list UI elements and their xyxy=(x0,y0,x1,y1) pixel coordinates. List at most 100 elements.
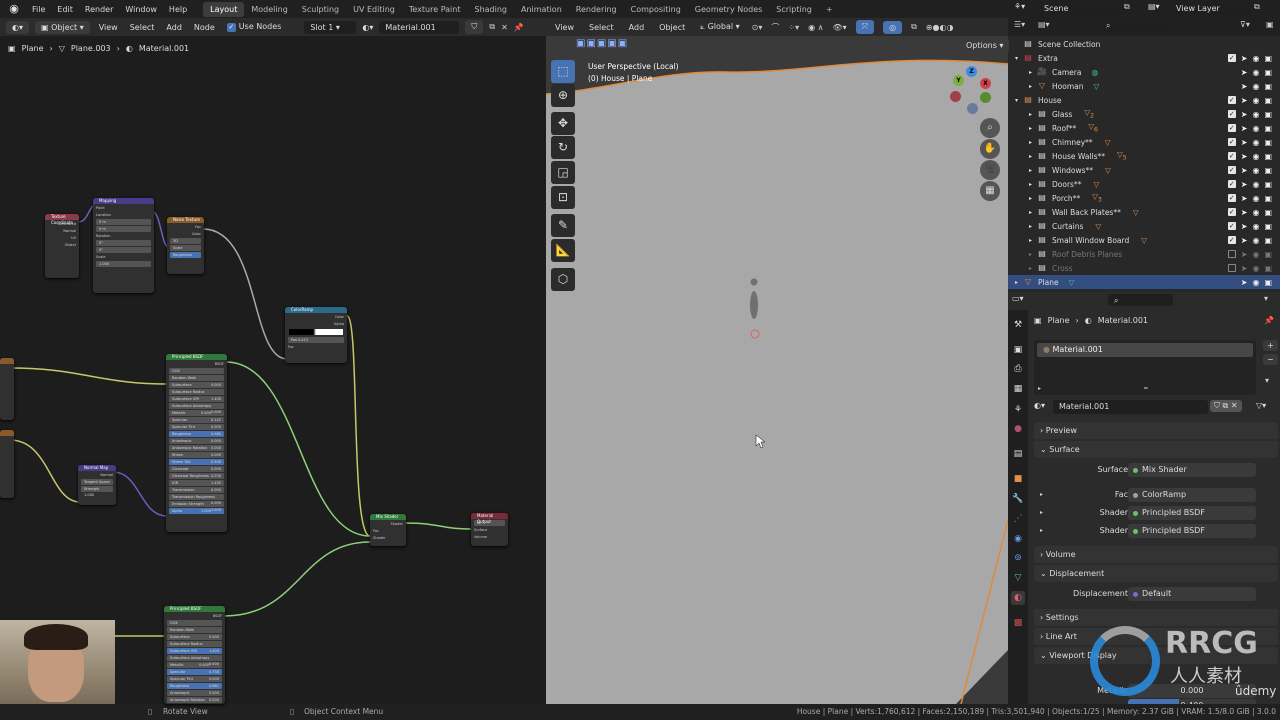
camera-render-icon[interactable]: ▣ xyxy=(1264,236,1272,245)
outliner-row[interactable]: ▸ ▽ Hooman ▽ ➤ ◉ ▣ xyxy=(1008,79,1280,93)
xray-icon[interactable]: ⧉ xyxy=(911,22,917,32)
menu-edit[interactable]: Edit xyxy=(51,5,79,14)
outliner-row[interactable]: ▸ ▤ Windows** ▽ ✓ ➤ ◉ ▣ xyxy=(1008,163,1280,177)
menu-node[interactable]: Node xyxy=(191,23,218,32)
camera-render-icon[interactable]: ▣ xyxy=(1264,264,1272,273)
expand-right-icon[interactable]: ▸ xyxy=(1008,251,1036,258)
rotation-y[interactable]: 0° xyxy=(96,247,151,253)
node-image-texture-partial-1[interactable] xyxy=(0,358,14,420)
gizmo-y-axis[interactable]: Y xyxy=(953,75,964,86)
expand-right-icon[interactable]: ▸ xyxy=(1008,209,1036,216)
exclude-checkbox[interactable]: ✓ xyxy=(1227,109,1236,118)
move-tool[interactable]: ✥ xyxy=(551,112,575,135)
fake-user-shield-icon[interactable]: ⛉ xyxy=(465,20,484,34)
exclude-checkbox[interactable]: ✓ xyxy=(1227,235,1236,244)
node-link-icon[interactable]: ▽▾ xyxy=(1256,401,1266,410)
socket-shader-1[interactable]: Shader xyxy=(373,535,403,541)
menu-view[interactable]: View xyxy=(96,23,121,32)
tab-sculpting[interactable]: Sculpting xyxy=(295,2,346,17)
socket-uv[interactable]: UV xyxy=(48,235,76,241)
material-name-field[interactable]: Material.001 xyxy=(1053,400,1208,414)
exclude-checkbox[interactable]: ✓ xyxy=(1227,151,1236,160)
panel-settings[interactable]: › Settings xyxy=(1034,609,1278,626)
new-scene-icon[interactable]: ⧉ xyxy=(1124,2,1130,12)
ortho-toggle-button[interactable]: ▦ xyxy=(980,181,1000,201)
tab-shading[interactable]: Shading xyxy=(467,2,514,17)
expand-right-icon[interactable]: ▸ xyxy=(1008,125,1036,132)
socket-shader-out[interactable]: Shader xyxy=(373,521,403,527)
eye-icon[interactable]: ◉ xyxy=(1252,180,1259,189)
select-arrow-icon[interactable]: ➤ xyxy=(1241,110,1248,119)
camera-render-icon[interactable]: ▣ xyxy=(1264,82,1272,91)
select-arrow-icon[interactable]: ➤ xyxy=(1241,278,1248,287)
socket-fac[interactable]: Fac xyxy=(373,528,403,534)
node-field-row[interactable]: IOR 1.450 xyxy=(169,480,224,486)
socket-alpha[interactable]: Alpha xyxy=(288,321,344,327)
outliner-row[interactable]: ▸ ▤ Cross ➤ ◉ ▣ xyxy=(1008,261,1280,275)
expand-right-icon[interactable]: ▸ xyxy=(1008,237,1036,244)
expand-right-icon[interactable]: ▸ xyxy=(1008,139,1036,146)
node-field-row[interactable]: Anisotropic Rotation 0.000 xyxy=(167,697,222,703)
snap-target-icon[interactable]: ⁘▾ xyxy=(788,23,799,32)
node-normal-map[interactable]: Normal Map Normal Tangent Space Strength… xyxy=(78,465,116,505)
tab-uv-editing[interactable]: UV Editing xyxy=(346,2,402,17)
pan-button[interactable]: ✋ xyxy=(980,139,1000,159)
input-link-field[interactable]: Principled BSDF xyxy=(1128,524,1256,538)
node-field-row[interactable]: Specular 0.758 xyxy=(167,669,222,675)
eye-icon[interactable]: ◉ xyxy=(1252,250,1259,259)
menu-help[interactable]: Help xyxy=(163,5,193,14)
socket-fac[interactable]: Fac xyxy=(170,224,201,230)
node-field-row[interactable]: Specular Tint 0.000 xyxy=(167,676,222,682)
socket-object[interactable]: Object xyxy=(48,242,76,248)
eye-icon[interactable]: ◉ xyxy=(1252,166,1259,175)
eye-icon[interactable]: ◉ xyxy=(1252,222,1259,231)
node-field-row[interactable]: Roughness 0.881 xyxy=(167,683,222,689)
scene-browse-icon[interactable]: ⚘▾ xyxy=(1014,2,1025,11)
outliner-row[interactable]: ▸ ▤ Roof** ▽6 ✓ ➤ ◉ ▣ xyxy=(1008,121,1280,135)
node-field-row[interactable]: Subsurface IOR 1.400 xyxy=(167,648,222,654)
new-collection-icon[interactable]: ▣ xyxy=(1266,20,1274,29)
exclude-checkbox[interactable]: ✓ xyxy=(1227,137,1236,146)
tab-particles-icon[interactable]: ⋰ xyxy=(1011,512,1025,526)
material-browse-icon[interactable]: ◐▾ xyxy=(1034,401,1045,410)
eye-icon[interactable]: ◉ xyxy=(1252,110,1259,119)
menu-add[interactable]: Add xyxy=(163,23,185,32)
socket-normal-out[interactable]: Normal xyxy=(81,472,113,478)
select-arrow-icon[interactable]: ➤ xyxy=(1241,138,1248,147)
display-mode-icon[interactable]: ☰▾ xyxy=(1014,20,1025,29)
eye-icon[interactable]: ◉ xyxy=(1252,152,1259,161)
remove-slot-button[interactable]: − xyxy=(1263,354,1278,365)
unlink-close-icon[interactable]: ✕ xyxy=(1231,401,1238,410)
fake-user-shield-icon[interactable]: ⛉ xyxy=(1214,401,1220,410)
location-x[interactable]: 0 m xyxy=(96,219,151,225)
cursor-tool[interactable]: ⊕ xyxy=(551,84,575,107)
node-image-texture-partial-2[interactable] xyxy=(0,430,14,498)
add-workspace-button[interactable]: + xyxy=(819,2,840,17)
sss-method-select[interactable]: Random Walk xyxy=(167,627,222,633)
node-field-row[interactable]: Subsurface Radius xyxy=(167,641,222,647)
expand-right-icon[interactable]: ▸ xyxy=(1008,167,1036,174)
gizmo-neg-x-axis[interactable] xyxy=(950,91,961,102)
node-mix-shader[interactable]: Mix Shader Shader Fac Shader xyxy=(370,514,406,546)
color-ramp-pos[interactable]: Pos 0.413 xyxy=(288,337,344,343)
node-field-row[interactable]: Transmission Roughness 0.000 xyxy=(169,494,224,505)
visibility-icon[interactable]: 👁▾ xyxy=(833,23,847,32)
camera-render-icon[interactable]: ▣ xyxy=(1264,166,1272,175)
gizmo-neg-z-axis[interactable] xyxy=(967,103,978,114)
camera-render-icon[interactable]: ▣ xyxy=(1264,54,1272,63)
sss-method-select[interactable]: Random Walk xyxy=(169,375,224,381)
node-field-row[interactable]: Clearcoat 0.000 xyxy=(169,466,224,472)
panel-displacement[interactable]: ⌄ Displacement xyxy=(1034,565,1278,582)
node-color-ramp[interactable]: ColorRamp Color Alpha Pos 0.413 Fac xyxy=(285,307,347,363)
menu-object[interactable]: Object xyxy=(656,23,688,32)
expand-icon[interactable]: ▸ xyxy=(1038,385,1041,392)
camera-render-icon[interactable]: ▣ xyxy=(1264,208,1272,217)
annotate-tool[interactable]: ✎ xyxy=(551,214,575,237)
filter-view-icon[interactable]: ▤▾ xyxy=(1038,20,1050,29)
camera-render-icon[interactable]: ▣ xyxy=(1264,138,1272,147)
material-name-field[interactable]: Material.001 xyxy=(379,20,460,34)
expand-right-icon[interactable]: ▸ xyxy=(1008,265,1036,272)
menu-file[interactable]: File xyxy=(26,5,51,14)
tab-mesh-data-icon[interactable]: ▽ xyxy=(1011,571,1025,585)
eye-icon[interactable]: ◉ xyxy=(1252,138,1259,147)
